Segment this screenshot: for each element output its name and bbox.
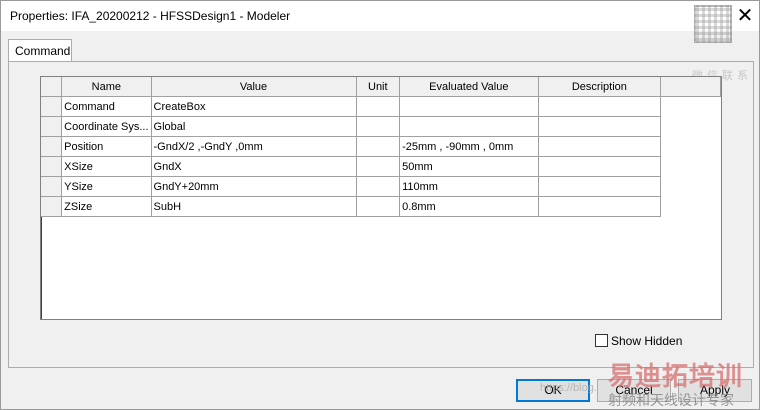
table-row[interactable]: YSize GndY+20mm 110mm: [41, 176, 721, 197]
cell-evaluated: [399, 116, 539, 137]
row-header[interactable]: [41, 116, 63, 137]
row-header[interactable]: [41, 136, 63, 157]
cell-unit[interactable]: [356, 136, 401, 157]
cell-name: YSize: [61, 176, 152, 197]
corner-cell: [41, 77, 63, 97]
column-header-value[interactable]: Value: [151, 77, 357, 97]
cell-unit[interactable]: [356, 116, 401, 137]
cell-unit[interactable]: [356, 156, 401, 177]
cell-name: ZSize: [61, 196, 152, 217]
watermark-brand: 易迪拓培训: [608, 362, 744, 392]
window-title: Properties: IFA_20200212 - HFSSDesign1 -…: [10, 9, 291, 23]
cell-value[interactable]: SubH: [151, 196, 357, 217]
show-hidden-label[interactable]: Show Hidden: [611, 334, 682, 348]
show-hidden-checkbox[interactable]: [595, 334, 608, 347]
cell-value[interactable]: -GndX/2 ,-GndY ,0mm: [151, 136, 357, 157]
cell-value[interactable]: CreateBox: [151, 96, 357, 117]
qr-code-icon: [694, 5, 732, 43]
column-header-description[interactable]: Description: [538, 77, 662, 97]
row-header[interactable]: [41, 156, 63, 177]
watermark-url: https://blog.: [540, 382, 597, 394]
qr-code-watermark: [694, 5, 732, 63]
cell-name: Position: [61, 136, 152, 157]
title-bar: Properties: IFA_20200212 - HFSSDesign1 -…: [1, 1, 759, 43]
column-header-name[interactable]: Name: [61, 77, 152, 97]
cell-description[interactable]: [538, 116, 662, 137]
table-row[interactable]: ZSize SubH 0.8mm: [41, 196, 721, 217]
cell-description[interactable]: [538, 196, 662, 217]
table-row[interactable]: Coordinate Sys... Global: [41, 116, 721, 137]
cell-unit[interactable]: [356, 196, 401, 217]
cell-value[interactable]: Global: [151, 116, 357, 137]
cell-unit[interactable]: [356, 96, 401, 117]
tab-command[interactable]: Command: [8, 39, 72, 62]
cell-description[interactable]: [538, 136, 662, 157]
row-header[interactable]: [41, 196, 63, 217]
cell-evaluated: 50mm: [399, 156, 539, 177]
cell-description[interactable]: [538, 156, 662, 177]
column-header-evaluated-value[interactable]: Evaluated Value: [399, 77, 539, 97]
close-icon[interactable]: ✕: [734, 5, 756, 27]
cell-value[interactable]: GndY+20mm: [151, 176, 357, 197]
cell-name: XSize: [61, 156, 152, 177]
cell-evaluated: -25mm , -90mm , 0mm: [399, 136, 539, 157]
table-row[interactable]: XSize GndX 50mm: [41, 156, 721, 177]
cell-name: Command: [61, 96, 152, 117]
cell-value[interactable]: GndX: [151, 156, 357, 177]
column-header-unit[interactable]: Unit: [356, 77, 401, 97]
tab-command-label: Command: [15, 44, 71, 58]
row-header[interactable]: [41, 176, 63, 197]
cell-description[interactable]: [538, 96, 662, 117]
cell-unit[interactable]: [356, 176, 401, 197]
properties-table: Name Value Unit Evaluated Value Descript…: [41, 77, 721, 217]
table-row[interactable]: Command CreateBox: [41, 96, 721, 117]
table-row[interactable]: Position -GndX/2 ,-GndY ,0mm -25mm , -90…: [41, 136, 721, 157]
cell-name: Coordinate Sys...: [61, 116, 152, 137]
cell-description[interactable]: [538, 176, 662, 197]
row-header[interactable]: [41, 96, 63, 117]
cell-evaluated: [399, 96, 539, 117]
watermark-tagline: 射频和天线设计专家: [608, 393, 734, 409]
cell-evaluated: 0.8mm: [399, 196, 539, 217]
cell-evaluated: 110mm: [399, 176, 539, 197]
column-header-filler: [660, 77, 721, 97]
grid-header-row: Name Value Unit Evaluated Value Descript…: [41, 77, 721, 97]
properties-grid: Name Value Unit Evaluated Value Descript…: [40, 76, 722, 320]
